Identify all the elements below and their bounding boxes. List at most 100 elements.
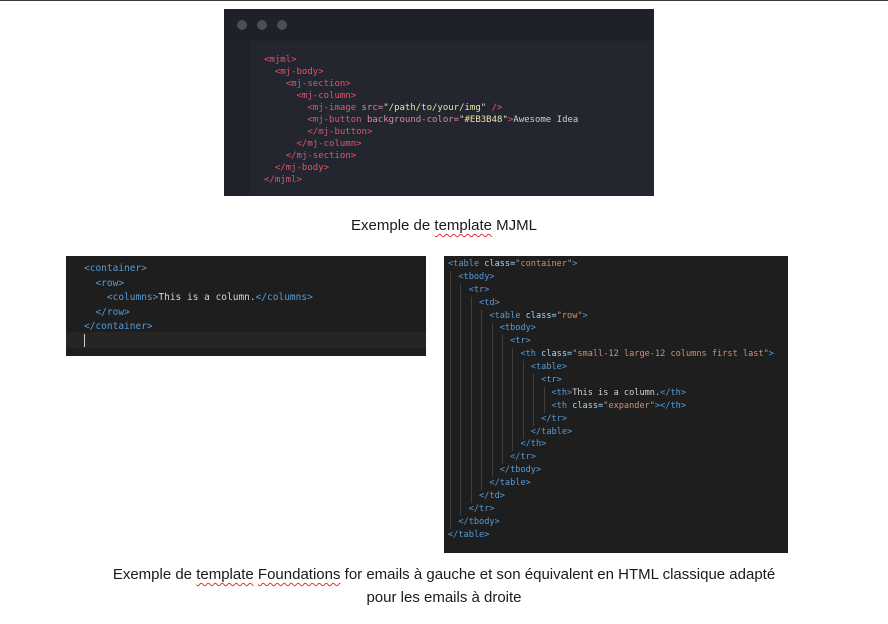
code-token: </td> bbox=[479, 491, 505, 502]
code-token: <mj-section> bbox=[285, 79, 351, 89]
code-line: <table> bbox=[448, 361, 774, 374]
text-caret bbox=[84, 334, 85, 347]
code-token: This is a column. bbox=[572, 387, 661, 398]
code-token: This is a column. bbox=[158, 292, 256, 303]
caption-text: Exemple de bbox=[112, 566, 197, 583]
code-token: "expander" bbox=[603, 400, 655, 411]
code-line: </tbody> bbox=[448, 464, 774, 477]
code-token: </row> bbox=[95, 306, 130, 318]
code-line: <mj-column> bbox=[264, 90, 578, 102]
code-token: <th bbox=[551, 400, 573, 411]
code-token: <th bbox=[520, 349, 542, 360]
code-token: <container> bbox=[84, 263, 147, 274]
code-token: </tr> bbox=[468, 503, 495, 514]
code-line: </row> bbox=[84, 306, 313, 321]
code-token: > bbox=[572, 259, 578, 269]
code-token: </mjml> bbox=[264, 175, 302, 185]
window-minimize-dot-icon bbox=[257, 20, 267, 30]
code-token: src= bbox=[361, 103, 384, 113]
code-line: <tbody> bbox=[448, 322, 774, 335]
code-token: <mj-button bbox=[307, 115, 367, 125]
code-token: <columns> bbox=[106, 292, 159, 303]
code-line: <container> bbox=[84, 262, 313, 277]
caption-text: Exemple de bbox=[351, 217, 435, 234]
caption-spellcheck-word: template bbox=[196, 566, 254, 583]
code-line: <th>This is a column.</th> bbox=[448, 387, 774, 400]
code-token: <row> bbox=[95, 277, 125, 289]
code-line: <tr> bbox=[448, 284, 774, 297]
code-line: <row> bbox=[84, 277, 313, 292]
code-token: class= bbox=[525, 310, 557, 321]
code-line: </mj-button> bbox=[264, 126, 578, 138]
caption-foundation: Exemple de template Foundations for emai… bbox=[0, 563, 888, 609]
code-line: </td> bbox=[448, 490, 774, 503]
code-line: <mj-body> bbox=[264, 66, 578, 78]
code-line: </th> bbox=[448, 438, 774, 451]
code-line: </mj-column> bbox=[264, 138, 578, 150]
code-token: <table> bbox=[530, 362, 568, 373]
code-token: "container" bbox=[515, 259, 573, 269]
code-token: > bbox=[582, 310, 588, 321]
foundation-code-block: <container> <row> <columns>This is a col… bbox=[84, 262, 313, 335]
code-token: background-color= bbox=[366, 115, 460, 125]
code-token: <tbody> bbox=[458, 271, 495, 282]
code-token: <tr> bbox=[541, 375, 562, 386]
code-token: Awesome Idea bbox=[513, 115, 579, 125]
code-token: </container> bbox=[84, 321, 153, 332]
html-table-code-screenshot: <table class="container"> <tbody> <tr> <… bbox=[444, 256, 788, 553]
window-maximize-dot-icon bbox=[277, 20, 287, 30]
code-token: class= bbox=[541, 349, 573, 360]
code-line: </mjml> bbox=[264, 174, 578, 186]
code-line: </tbody> bbox=[448, 516, 774, 529]
code-token: /> bbox=[486, 103, 503, 113]
caption-spellcheck-word: template bbox=[434, 217, 492, 234]
code-token: </tbody> bbox=[499, 465, 542, 476]
code-token: <table bbox=[489, 310, 526, 321]
code-token: </mj-section> bbox=[285, 151, 357, 161]
caption-line-2: pour les emails à droite bbox=[366, 589, 522, 606]
code-line: <columns>This is a column.</columns> bbox=[84, 291, 313, 306]
code-token: </th> bbox=[660, 387, 687, 398]
code-line: </tr> bbox=[448, 413, 774, 426]
code-line: <tr> bbox=[448, 374, 774, 387]
mjml-code-screenshot: <mjml> <mj-body> <mj-section> <mj-column… bbox=[224, 9, 654, 196]
mjml-code-block: <mjml> <mj-body> <mj-section> <mj-column… bbox=[264, 54, 578, 186]
code-line: <th class="small-12 large-12 columns fir… bbox=[448, 348, 774, 361]
caption-spellcheck-word: Foundations bbox=[257, 566, 341, 583]
code-token: "row" bbox=[556, 310, 583, 321]
window-close-dot-icon bbox=[237, 20, 247, 30]
code-token: class= bbox=[484, 259, 516, 269]
code-line: <th class="expander"></th> bbox=[448, 400, 774, 413]
code-token: </columns> bbox=[255, 292, 313, 303]
code-line: <mj-image src="/path/to/your/img" /> bbox=[264, 102, 578, 114]
code-token: <mj-image bbox=[307, 103, 362, 113]
code-token: <th> bbox=[551, 387, 573, 398]
code-line: </table> bbox=[448, 529, 774, 542]
code-token: </tr> bbox=[510, 452, 536, 463]
code-line: </table> bbox=[448, 477, 774, 490]
code-line: <mj-button background-color="#EB3B48">Aw… bbox=[264, 114, 578, 126]
code-token: </tbody> bbox=[458, 516, 500, 527]
code-line: <tbody> bbox=[448, 271, 774, 284]
foundation-code-screenshot: <container> <row> <columns>This is a col… bbox=[66, 256, 426, 356]
caption-line-1: Exemple de template Foundations for emai… bbox=[0, 563, 888, 586]
caption-text: for emails à gauche et son équivalent en… bbox=[340, 566, 776, 583]
code-token: > bbox=[768, 349, 774, 360]
line-gutter bbox=[224, 41, 250, 196]
code-line: <mj-section> bbox=[264, 78, 578, 90]
code-token: ></th> bbox=[654, 400, 687, 411]
code-line: <mjml> bbox=[264, 54, 578, 66]
code-token: <table bbox=[448, 259, 485, 269]
code-line: </mj-section> bbox=[264, 150, 578, 162]
code-line: <table class="container"> bbox=[448, 258, 774, 271]
code-token: <mj-column> bbox=[296, 91, 357, 101]
code-line: </container> bbox=[84, 320, 313, 335]
code-line: </mj-body> bbox=[264, 162, 578, 174]
code-token: <td> bbox=[479, 297, 500, 308]
code-line: <table class="row"> bbox=[448, 310, 774, 323]
code-token: <tr> bbox=[510, 336, 531, 347]
code-token: <tbody> bbox=[499, 323, 536, 334]
code-token: </table> bbox=[448, 529, 490, 540]
window-titlebar bbox=[224, 9, 654, 41]
caption-mjml: Exemple de template MJML bbox=[0, 217, 888, 235]
